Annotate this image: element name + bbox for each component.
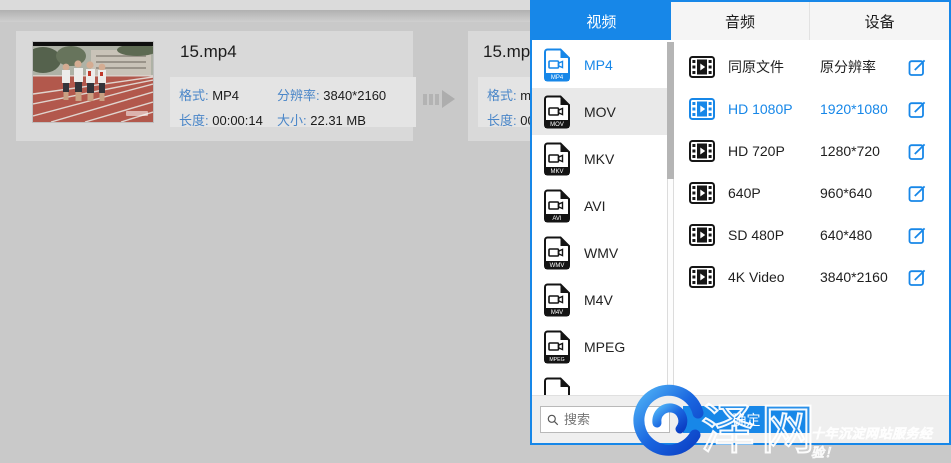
- file-format: 格式: MP4: [179, 85, 277, 104]
- edit-icon[interactable]: [908, 226, 927, 245]
- file-name: 15.mp4: [180, 42, 237, 62]
- format-label: MOV: [584, 104, 616, 120]
- tab-audio[interactable]: 音频: [671, 2, 810, 40]
- svg-text:MPEG: MPEG: [549, 357, 564, 363]
- format-item-avi[interactable]: AVI AVI: [532, 182, 674, 229]
- edit-icon[interactable]: [908, 100, 927, 119]
- svg-text:MP4: MP4: [551, 75, 564, 81]
- file-type-icon: MKV: [543, 142, 571, 176]
- popup-body: MP4 MP4 MOV MOV: [532, 40, 949, 395]
- format-list-scrollbar-thumb[interactable]: [667, 42, 674, 179]
- format-label: WMV: [584, 245, 618, 261]
- file-resolution: 分辨率: 3840*2160: [277, 85, 416, 104]
- format-item-m4v[interactable]: M4V M4V: [532, 276, 674, 323]
- format-item-wmv[interactable]: WMV WMV: [532, 229, 674, 276]
- file-type-icon: MOV: [543, 95, 571, 129]
- format-label: MKV: [584, 151, 614, 167]
- profile-row-4k[interactable]: 4K Video 3840*2160: [674, 256, 949, 298]
- profile-resolution: 原分辨率: [820, 57, 908, 77]
- svg-text:MOV: MOV: [550, 122, 564, 128]
- file-type-icon: M4V: [543, 283, 571, 317]
- edit-icon[interactable]: [908, 184, 927, 203]
- profile-name: 同原文件: [728, 57, 820, 77]
- format-item-mp4[interactable]: MP4 MP4: [532, 41, 674, 88]
- film-icon: [689, 98, 715, 120]
- search-box[interactable]: [540, 406, 670, 433]
- film-icon: [689, 266, 715, 288]
- format-item-mpeg[interactable]: MPEG MPEG: [532, 323, 674, 370]
- profile-row-hd1080p[interactable]: HD 1080P 1920*1080: [674, 88, 949, 130]
- profile-row-hd720p[interactable]: HD 720P 1280*720: [674, 130, 949, 172]
- format-list: MP4 MP4 MOV MOV: [532, 40, 674, 395]
- format-item-mkv[interactable]: MKV MKV: [532, 135, 674, 182]
- profile-resolution: 1280*720: [820, 143, 908, 159]
- edit-icon[interactable]: [908, 142, 927, 161]
- file-info-panel: 格式: MP4 分辨率: 3840*2160 长度: 00:00:14 大小: …: [170, 77, 416, 127]
- file-card-source[interactable]: 15.mp4 格式: MP4 分辨率: 3840*2160 长度: 00:00:…: [16, 31, 413, 141]
- file-type-icon: WMV: [543, 236, 571, 270]
- profile-resolution: 3840*2160: [820, 269, 908, 285]
- film-icon: [689, 182, 715, 204]
- profile-name: HD 720P: [728, 143, 820, 159]
- format-label: M4V: [584, 292, 613, 308]
- svg-text:WMV: WMV: [550, 263, 565, 269]
- film-icon: [689, 224, 715, 246]
- format-label: MP4: [584, 57, 613, 73]
- film-icon: [689, 56, 715, 78]
- format-label: MPEG: [584, 339, 625, 355]
- profile-name: 4K Video: [728, 269, 820, 285]
- output-format-popup: 视频 音频 设备 MP4 MP4: [530, 0, 951, 445]
- search-input[interactable]: [564, 412, 663, 427]
- profile-resolution: 960*640: [820, 185, 908, 201]
- search-icon: [547, 413, 559, 427]
- file-length: 长度: 00:00:14: [179, 110, 277, 129]
- profile-resolution: 640*480: [820, 227, 908, 243]
- edit-icon[interactable]: [908, 268, 927, 287]
- profile-name: SD 480P: [728, 227, 820, 243]
- file-type-icon: [543, 377, 571, 396]
- svg-text:AVI: AVI: [552, 216, 562, 222]
- file-size: 大小: 22.31 MB: [277, 110, 416, 129]
- format-label: AVI: [584, 198, 606, 214]
- popup-bottom-bar: 确定: [532, 395, 949, 443]
- tab-device[interactable]: 设备: [809, 2, 949, 40]
- file-type-icon: AVI: [543, 189, 571, 223]
- profile-name: HD 1080P: [728, 101, 820, 117]
- file-type-icon: MPEG: [543, 330, 571, 364]
- popup-tab-bar: 视频 音频 设备: [532, 2, 949, 40]
- format-item-partial[interactable]: [532, 370, 674, 395]
- video-thumbnail: [33, 42, 153, 122]
- app-window: { "labels": { "format": "格式:", "resoluti…: [0, 0, 951, 463]
- tab-video[interactable]: 视频: [532, 2, 671, 40]
- edit-icon[interactable]: [908, 58, 927, 77]
- format-item-mov[interactable]: MOV MOV: [532, 88, 674, 135]
- profile-row-sd480p[interactable]: SD 480P 640*480: [674, 214, 949, 256]
- file-type-icon: MP4: [543, 48, 571, 82]
- profile-list: 同原文件 原分辨率 HD 1080P 1920*1080: [674, 40, 949, 395]
- profile-name: 640P: [728, 185, 820, 201]
- profile-resolution: 1920*1080: [820, 101, 908, 117]
- svg-text:MKV: MKV: [550, 169, 563, 175]
- convert-arrow-icon: [423, 90, 455, 108]
- film-icon: [689, 140, 715, 162]
- confirm-button[interactable]: 确定: [683, 406, 810, 433]
- profile-row-source[interactable]: 同原文件 原分辨率: [674, 46, 949, 88]
- profile-row-640p[interactable]: 640P 960*640: [674, 172, 949, 214]
- svg-text:M4V: M4V: [551, 310, 563, 316]
